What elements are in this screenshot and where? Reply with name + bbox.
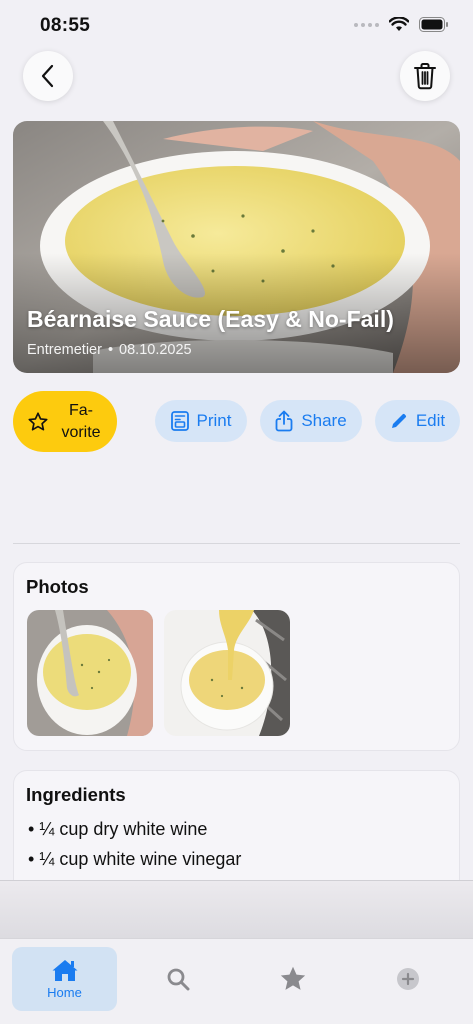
share-icon	[275, 410, 293, 432]
tab-bar: Home	[0, 938, 473, 1024]
tab-add[interactable]	[360, 947, 456, 1011]
share-label: Share	[301, 411, 347, 430]
recipe-date: 08.10.2025	[119, 342, 192, 358]
tab-search[interactable]	[130, 947, 226, 1011]
plus-circle-icon	[397, 968, 419, 990]
favorite-label: Fa-vorite	[61, 401, 101, 441]
recipe-title: Béarnaise Sauce (Easy & No-Fail)	[27, 306, 394, 332]
photo-thumbnail-2[interactable]	[164, 610, 290, 736]
chevron-left-icon	[41, 64, 54, 88]
ingredient-item: • ¼ cup white wine vinegar	[28, 849, 242, 869]
print-icon	[170, 411, 189, 431]
battery-icon	[419, 17, 448, 32]
favorite-button[interactable]: Fa-vorite	[13, 391, 117, 452]
trash-icon	[414, 63, 436, 90]
photo-thumbnail-1[interactable]	[27, 610, 153, 736]
print-label: Print	[196, 411, 232, 430]
delete-button[interactable]	[400, 51, 450, 101]
section-divider	[13, 543, 460, 544]
status-icons	[354, 17, 449, 32]
recipe-meta: Entremetier • 08.10.2025	[27, 342, 192, 358]
tab-home-label: Home	[47, 985, 82, 1000]
photos-title: Photos	[26, 576, 89, 597]
status-bar: 08:55	[0, 0, 473, 50]
share-button[interactable]: Share	[260, 400, 362, 442]
status-time: 08:55	[40, 15, 91, 36]
star-outline-icon	[28, 411, 48, 431]
meta-separator: •	[107, 342, 114, 358]
scroll-blur-overlay	[0, 880, 473, 940]
edit-button[interactable]: Edit	[375, 400, 460, 442]
back-button[interactable]	[23, 51, 73, 101]
search-icon	[167, 968, 190, 991]
house-icon	[52, 960, 77, 981]
recipe-category: Entremetier	[27, 342, 102, 358]
photo-image	[27, 610, 153, 736]
star-icon	[280, 966, 306, 990]
photo-image	[164, 610, 290, 736]
signal-icon	[354, 22, 379, 27]
recipe-hero-image: Béarnaise Sauce (Easy & No-Fail) Entreme…	[13, 121, 460, 373]
ingredient-item: • ¼ cup dry white wine	[28, 819, 208, 839]
ingredients-title: Ingredients	[26, 784, 126, 805]
tab-favorites[interactable]	[245, 947, 341, 1011]
pencil-icon	[391, 414, 406, 428]
photos-card: Photos	[13, 562, 460, 751]
edit-label: Edit	[415, 411, 446, 430]
print-button[interactable]: Print	[155, 400, 247, 442]
wifi-icon	[389, 17, 409, 31]
tab-home[interactable]: Home	[12, 947, 117, 1011]
